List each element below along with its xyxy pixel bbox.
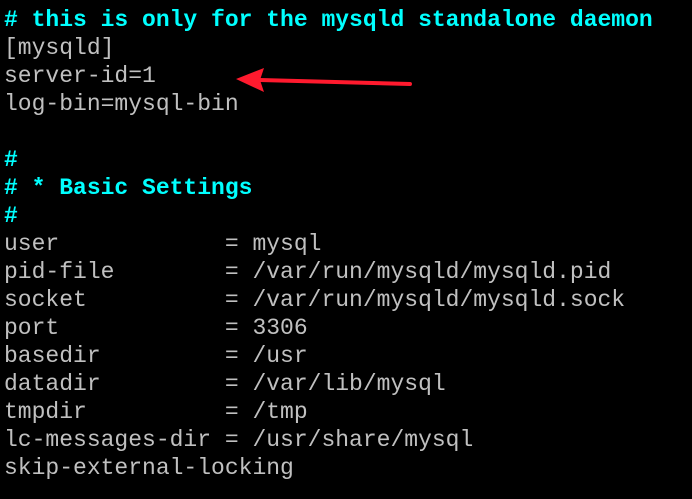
config-line-user: user = mysql bbox=[4, 231, 322, 257]
section-header-mysqld: [mysqld] bbox=[4, 35, 115, 61]
config-line-datadir: datadir = /var/lib/mysql bbox=[4, 371, 446, 397]
red-arrow-annotation bbox=[236, 68, 412, 92]
comment-line: # this is only for the mysqld standalone… bbox=[4, 7, 653, 33]
config-line-pid-file: pid-file = /var/run/mysqld/mysqld.pid bbox=[4, 259, 612, 285]
config-line-tmpdir: tmpdir = /tmp bbox=[4, 399, 308, 425]
comment-line: # bbox=[4, 203, 18, 229]
config-line-port: port = 3306 bbox=[4, 315, 308, 341]
terminal-window[interactable]: # this is only for the mysqld standalone… bbox=[0, 0, 692, 499]
config-line-skip-external-locking: skip-external-locking bbox=[4, 455, 294, 481]
config-line-lc-messages-dir: lc-messages-dir = /usr/share/mysql bbox=[4, 427, 474, 453]
comment-line-basic-settings: # * Basic Settings bbox=[4, 175, 253, 201]
arrow-head-icon bbox=[236, 68, 264, 92]
config-line-basedir: basedir = /usr bbox=[4, 343, 308, 369]
arrow-shaft bbox=[258, 78, 412, 86]
comment-line: # bbox=[4, 147, 18, 173]
config-line-socket: socket = /var/run/mysqld/mysqld.sock bbox=[4, 287, 626, 313]
